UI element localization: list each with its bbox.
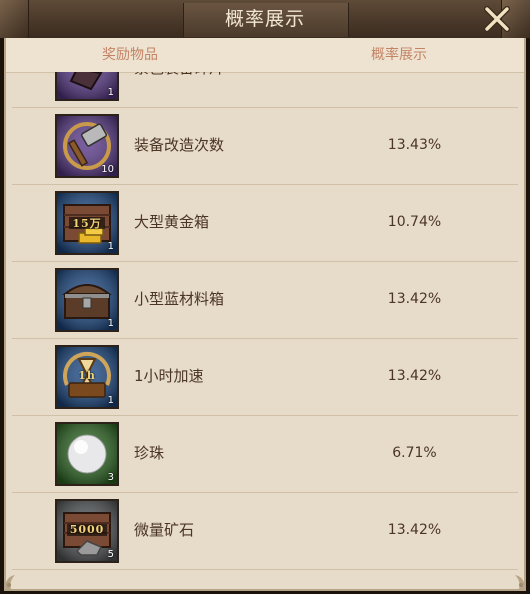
item-count: 10 bbox=[101, 164, 114, 175]
column-header-item: 奖励物品 bbox=[102, 47, 158, 63]
reward-row: 5000 5 微量矿石 13.42% bbox=[12, 492, 518, 570]
item-name: 大型黄金箱 bbox=[134, 213, 210, 231]
reward-row: 1 小型蓝材料箱 13.42% bbox=[12, 261, 518, 339]
item-count: 1 bbox=[107, 87, 114, 98]
item-probability: 13.43% bbox=[387, 137, 442, 153]
icon-label: 5000 bbox=[69, 523, 105, 536]
icon-label: 1h bbox=[78, 369, 96, 382]
item-count: 5 bbox=[107, 549, 114, 560]
item-probability: 13.42% bbox=[387, 368, 442, 384]
dialog-title: 概率展示 bbox=[224, 8, 305, 30]
item-count: 3 bbox=[107, 472, 114, 483]
column-headers: 奖励物品 概率展示 bbox=[6, 38, 524, 73]
item-name: 珍珠 bbox=[134, 444, 165, 462]
close-icon bbox=[484, 6, 510, 32]
item-name: 1小时加速 bbox=[134, 367, 204, 385]
item-name: 微量矿石 bbox=[134, 521, 195, 539]
equipment-hammer-icon[interactable]: 10 bbox=[55, 114, 119, 178]
item-probability: 12.08% bbox=[352, 72, 477, 107]
item-probability: 6.71% bbox=[392, 445, 437, 461]
reward-row: 3 珍珠 6.71% bbox=[12, 415, 518, 493]
item-probability: 10.74% bbox=[387, 214, 442, 230]
corner-ornament-left bbox=[5, 575, 15, 589]
reward-list[interactable]: 1 紫色装备碎片 12.08% 10 装备改造次数 13.43% 15万 1 大型黄金箱 10.7… bbox=[6, 72, 524, 589]
purple-equipment-fragment-icon[interactable]: 1 bbox=[55, 72, 119, 101]
reward-row: 10 装备改造次数 13.43% bbox=[12, 107, 518, 185]
column-header-probability: 概率展示 bbox=[371, 47, 427, 63]
item-count: 1 bbox=[107, 395, 114, 406]
corner-ornament-right bbox=[515, 575, 525, 589]
item-name: 紫色装备碎片 bbox=[134, 72, 224, 107]
item-count: 1 bbox=[107, 318, 114, 329]
dialog-header: 概率展示 bbox=[0, 0, 530, 39]
icon-label: 15万 bbox=[72, 217, 102, 230]
item-name: 小型蓝材料箱 bbox=[134, 290, 225, 308]
close-button[interactable] bbox=[480, 2, 514, 36]
probability-dialog: 概率展示 奖励物品 概率展示 1 紫色装备碎片 12.08% 10 装备改造次数 13.4… bbox=[0, 0, 530, 594]
item-probability: 13.42% bbox=[387, 291, 442, 307]
reward-row: 1 紫色装备碎片 12.08% bbox=[12, 72, 518, 108]
item-name: 装备改造次数 bbox=[134, 136, 225, 154]
item-count: 1 bbox=[107, 241, 114, 252]
reward-row: 15万 1 大型黄金箱 10.74% bbox=[12, 184, 518, 262]
reward-row: 1h 1 1小时加速 13.42% bbox=[12, 338, 518, 416]
hourglass-speedup-icon[interactable]: 1h 1 bbox=[55, 345, 119, 409]
small-blue-material-chest-icon[interactable]: 1 bbox=[55, 268, 119, 332]
item-probability: 13.42% bbox=[387, 522, 442, 538]
pearl-icon[interactable]: 3 bbox=[55, 422, 119, 486]
ore-chest-icon[interactable]: 5000 5 bbox=[55, 499, 119, 563]
large-gold-chest-icon[interactable]: 15万 1 bbox=[55, 191, 119, 255]
content-area: 奖励物品 概率展示 1 紫色装备碎片 12.08% 10 装备改造次数 13.43% 15万… bbox=[4, 38, 526, 591]
